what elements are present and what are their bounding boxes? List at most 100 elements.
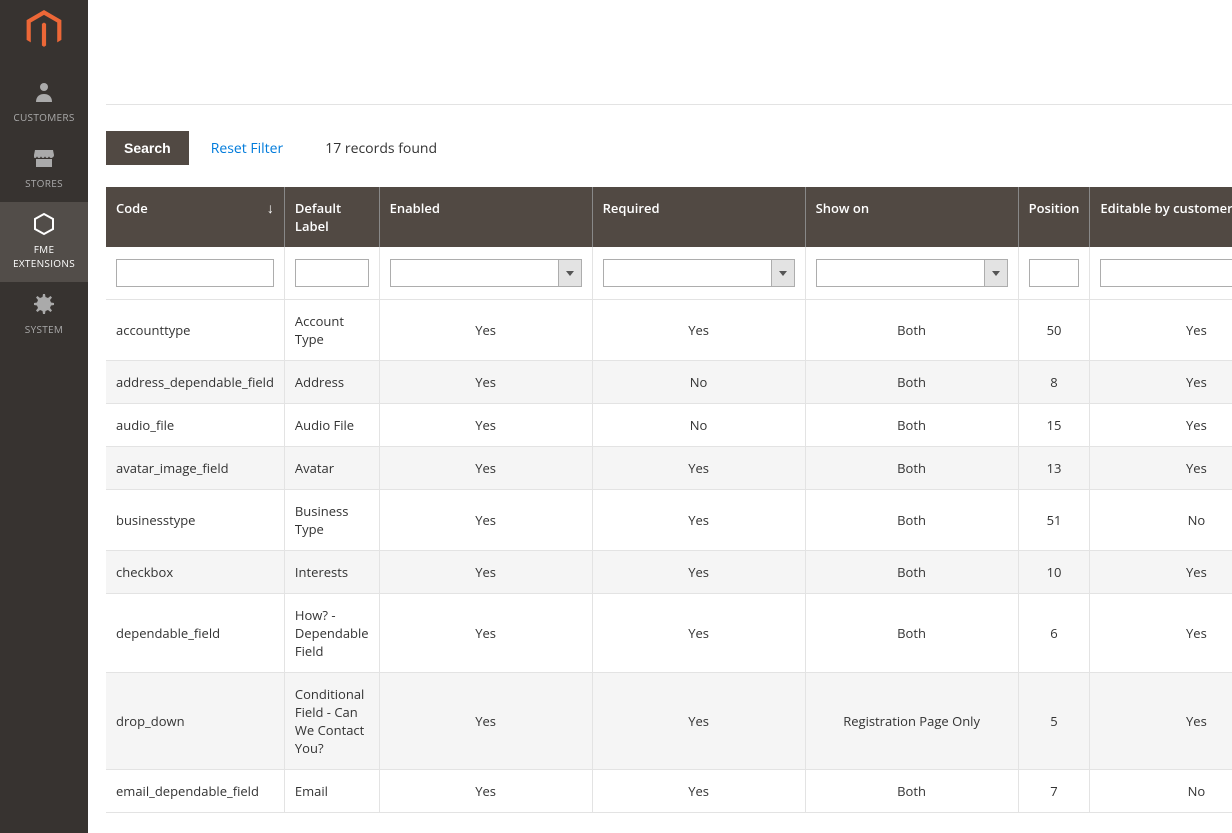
reset-filter-link[interactable]: Reset Filter — [211, 139, 284, 158]
cell-required: Yes — [592, 300, 805, 361]
attributes-grid: Code ↓ Default Label Enabled Required Sho… — [106, 187, 1232, 813]
col-header-label: Default Label — [295, 199, 341, 235]
table-row[interactable]: drop_downConditional Field - Can We Cont… — [106, 673, 1232, 770]
cell-editable: Yes — [1090, 594, 1232, 673]
cell-showon: Both — [805, 361, 1018, 404]
cell-showon: Both — [805, 551, 1018, 594]
nav-stores[interactable]: STORES — [0, 136, 88, 202]
cell-showon: Both — [805, 447, 1018, 490]
cell-required: Yes — [592, 594, 805, 673]
col-header-code[interactable]: Code ↓ — [106, 187, 284, 247]
cell-label: Address — [284, 361, 379, 404]
cell-showon: Both — [805, 490, 1018, 551]
cell-showon: Both — [805, 770, 1018, 813]
nav-label: CUSTOMERS — [4, 110, 84, 124]
cell-position: 6 — [1018, 594, 1090, 673]
hexagon-icon — [32, 212, 56, 236]
col-header-required[interactable]: Required — [592, 187, 805, 247]
cell-label: Avatar — [284, 447, 379, 490]
cell-label: Interests — [284, 551, 379, 594]
top-action-bar: Add New Attribute — [106, 0, 1232, 105]
cell-label: Business Type — [284, 490, 379, 551]
col-header-enabled[interactable]: Enabled — [379, 187, 592, 247]
cell-showon: Both — [805, 404, 1018, 447]
cell-editable: Yes — [1090, 300, 1232, 361]
col-header-editable[interactable]: Editable by customers — [1090, 187, 1232, 247]
cell-required: Yes — [592, 490, 805, 551]
cell-required: Yes — [592, 447, 805, 490]
table-row[interactable]: checkboxInterestsYesYesBoth10YesYesYes — [106, 551, 1232, 594]
cell-showon: Registration Page Only — [805, 673, 1018, 770]
cell-required: Yes — [592, 551, 805, 594]
chevron-down-icon — [992, 271, 1000, 276]
grid-toolbar: Search Reset Filter 17 records found per… — [106, 131, 1232, 165]
cell-editable: Yes — [1090, 361, 1232, 404]
col-header-label: Enabled — [390, 199, 440, 217]
records-found-text: 17 records found — [325, 139, 437, 158]
table-row[interactable]: audio_fileAudio FileYesNoBoth15YesNoNo — [106, 404, 1232, 447]
nav-label: FME EXTENSIONS — [4, 242, 84, 270]
filter-editable-select[interactable] — [1100, 259, 1232, 287]
cell-code: audio_file — [106, 404, 284, 447]
cell-showon: Both — [805, 594, 1018, 673]
cell-label: Account Type — [284, 300, 379, 361]
cell-position: 15 — [1018, 404, 1090, 447]
cell-code: accounttype — [106, 300, 284, 361]
filter-dropdown-toggle[interactable] — [558, 259, 582, 287]
cell-enabled: Yes — [379, 551, 592, 594]
cell-code: dependable_field — [106, 594, 284, 673]
cell-code: checkbox — [106, 551, 284, 594]
cell-required: Yes — [592, 673, 805, 770]
cell-code: email_dependable_field — [106, 770, 284, 813]
store-icon — [32, 146, 56, 170]
cell-enabled: Yes — [379, 300, 592, 361]
col-header-default-label[interactable]: Default Label — [284, 187, 379, 247]
search-button[interactable]: Search — [106, 131, 189, 165]
nav-system[interactable]: SYSTEM — [0, 282, 88, 348]
filter-enabled-select[interactable] — [390, 259, 558, 287]
col-header-show-on[interactable]: Show on — [805, 187, 1018, 247]
cell-editable: No — [1090, 770, 1232, 813]
table-row[interactable]: avatar_image_fieldAvatarYesYesBoth13YesN… — [106, 447, 1232, 490]
cell-code: businesstype — [106, 490, 284, 551]
cell-label: How? - Dependable Field — [284, 594, 379, 673]
col-header-label: Required — [603, 199, 660, 217]
cell-position: 7 — [1018, 770, 1090, 813]
filter-position-input[interactable] — [1029, 259, 1080, 287]
filter-dropdown-toggle[interactable] — [984, 259, 1008, 287]
cell-position: 13 — [1018, 447, 1090, 490]
cell-enabled: Yes — [379, 770, 592, 813]
cell-showon: Both — [805, 300, 1018, 361]
cell-enabled: Yes — [379, 361, 592, 404]
filter-showon-select[interactable] — [816, 259, 984, 287]
cell-required: No — [592, 361, 805, 404]
cell-editable: Yes — [1090, 404, 1232, 447]
cell-enabled: Yes — [379, 673, 592, 770]
cell-editable: Yes — [1090, 673, 1232, 770]
filter-code-input[interactable] — [116, 259, 274, 287]
col-header-position[interactable]: Position — [1018, 187, 1090, 247]
nav-customers[interactable]: CUSTOMERS — [0, 70, 88, 136]
magento-logo[interactable] — [24, 10, 64, 50]
cell-position: 50 — [1018, 300, 1090, 361]
cell-label: Email — [284, 770, 379, 813]
table-row[interactable]: dependable_fieldHow? - Dependable Field Y… — [106, 594, 1232, 673]
col-header-label: Code — [116, 199, 148, 217]
table-row[interactable]: email_dependable_fieldEmailYesYesBoth7No… — [106, 770, 1232, 813]
cell-enabled: Yes — [379, 447, 592, 490]
filter-dropdown-toggle[interactable] — [771, 259, 795, 287]
table-row[interactable]: accounttypeAccount TypeYesYesBoth50YesYe… — [106, 300, 1232, 361]
nav-label: STORES — [4, 176, 84, 190]
nav-fme-extensions[interactable]: FME EXTENSIONS — [0, 202, 88, 282]
sort-arrow-down-icon: ↓ — [267, 199, 274, 218]
gear-icon — [32, 292, 56, 316]
cell-code: address_dependable_field — [106, 361, 284, 404]
cell-required: Yes — [592, 770, 805, 813]
filter-row — [106, 247, 1232, 300]
filter-required-select[interactable] — [603, 259, 771, 287]
cell-label: Audio File — [284, 404, 379, 447]
table-row[interactable]: address_dependable_fieldAddressYesNoBoth… — [106, 361, 1232, 404]
filter-label-input[interactable] — [295, 259, 369, 287]
cell-position: 5 — [1018, 673, 1090, 770]
table-row[interactable]: businesstypeBusiness TypeYesYesBoth51NoY… — [106, 490, 1232, 551]
